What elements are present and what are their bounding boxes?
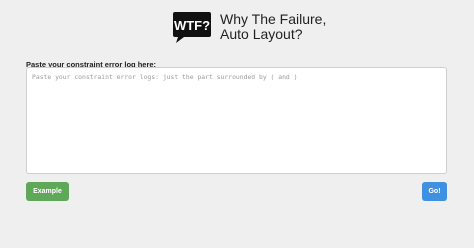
logo-text: WTF? bbox=[174, 18, 210, 33]
go-button[interactable]: Go! bbox=[422, 182, 447, 201]
title-line-1: Why The Failure, bbox=[220, 11, 327, 27]
constraint-log-input[interactable] bbox=[26, 67, 447, 174]
wtf-logo: WTF? bbox=[173, 12, 211, 43]
example-button[interactable]: Example bbox=[26, 182, 69, 201]
app-title: Why The Failure, Auto Layout? bbox=[220, 12, 326, 42]
page: WTF? Why The Failure, Auto Layout? Paste… bbox=[0, 0, 474, 248]
title-line-2: Auto Layout? bbox=[220, 26, 303, 42]
